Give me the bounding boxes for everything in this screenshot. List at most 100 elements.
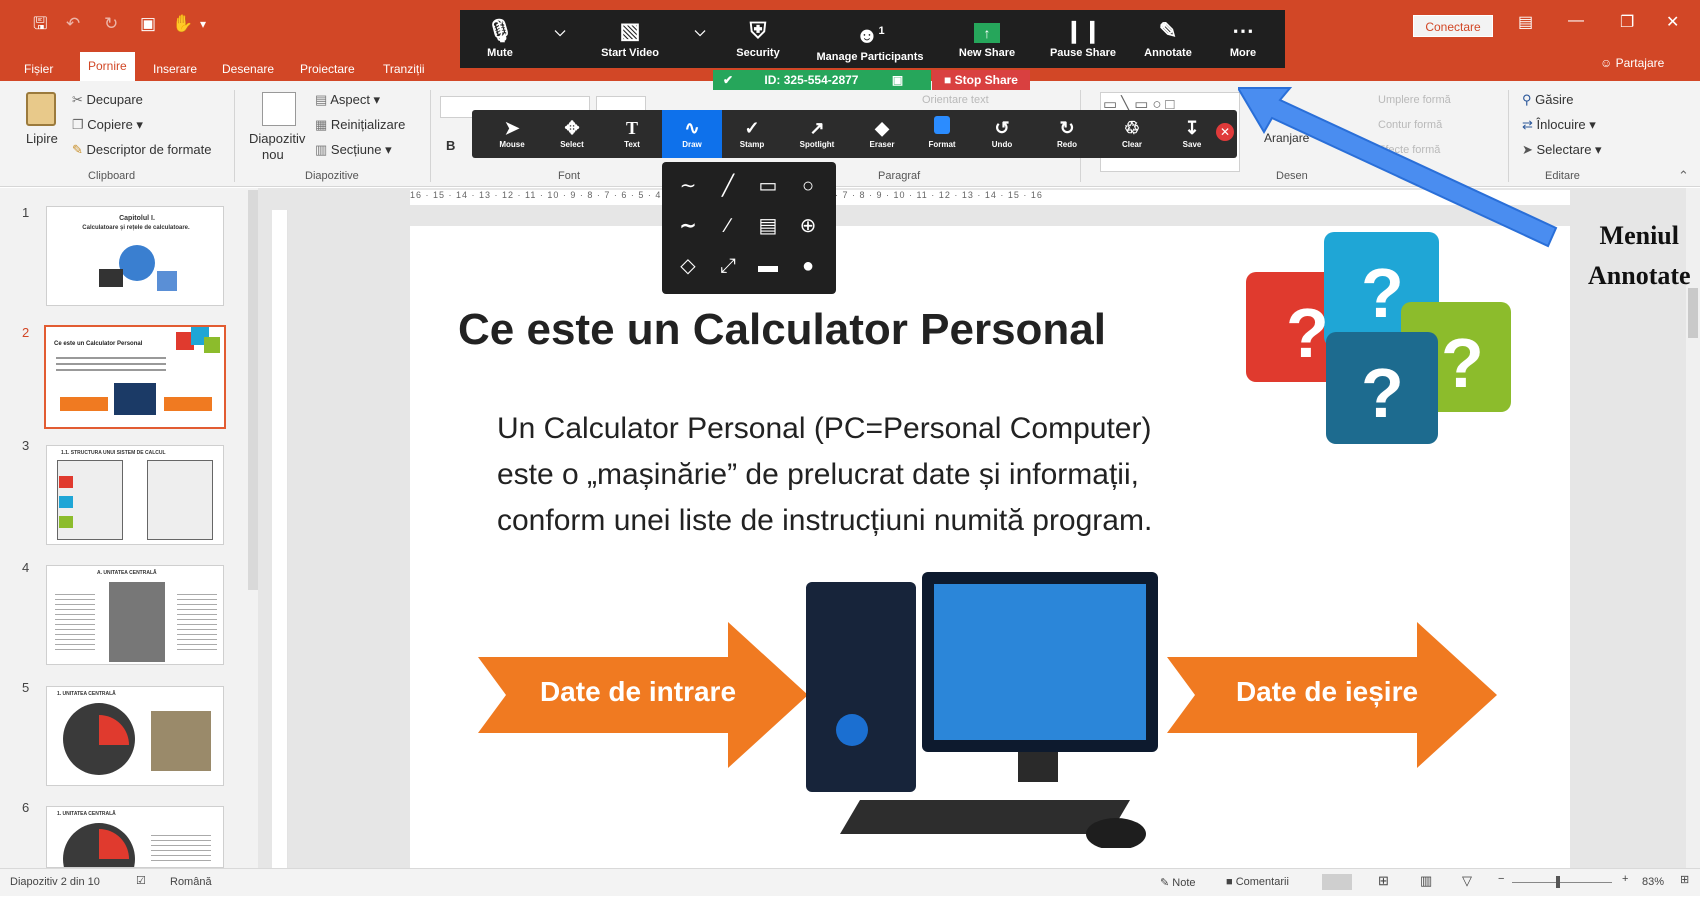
spellcheck-icon[interactable]: ☑	[136, 874, 146, 887]
annotate-redo-button[interactable]: ↻ Redo	[1037, 110, 1097, 158]
tab-draw[interactable]: Desenare	[222, 58, 274, 80]
computer-image[interactable]	[800, 572, 1180, 848]
video-options-icon[interactable]: ⌵	[690, 10, 710, 68]
freehand-thick-icon[interactable]: ∼	[668, 206, 708, 246]
paste-icon[interactable]	[26, 92, 56, 126]
tab-insert[interactable]: Inserare	[153, 58, 197, 80]
notes-button[interactable]: ✎ Note	[1160, 876, 1196, 889]
tab-home[interactable]: Pornire	[80, 52, 135, 82]
cut-button[interactable]: ✂ Decupare	[72, 92, 143, 108]
section-button[interactable]: ▥ Secțiune ▾	[315, 142, 392, 158]
reading-view-icon[interactable]: ▥	[1420, 873, 1432, 889]
annotate-text-button[interactable]: T Text	[602, 110, 662, 158]
connect-button[interactable]: Conectare	[1413, 15, 1493, 37]
new-share-button[interactable]: ↑ New Share	[942, 10, 1032, 68]
slide-thumbnail-5[interactable]: 1. UNITATEA CENTRALĂ	[46, 686, 224, 786]
rectangle-outline-icon[interactable]: ▭	[748, 166, 788, 206]
fit-slide-icon[interactable]: ⊞	[1680, 873, 1689, 886]
stop-share-button[interactable]: ■ Stop Share	[932, 70, 1030, 90]
tab-design[interactable]: Proiectare	[300, 58, 355, 80]
annotate-select-button[interactable]: ✥ Select	[542, 110, 602, 158]
undo-icon[interactable]: ↶	[66, 14, 80, 34]
new-slide-button[interactable]: Diapozitiv	[249, 131, 305, 147]
circle-filled-icon[interactable]: ●	[788, 246, 828, 286]
zoom-in-icon[interactable]: +	[1622, 873, 1628, 885]
tab-transitions[interactable]: Tranziții	[383, 58, 425, 80]
zoom-slider[interactable]	[1512, 882, 1612, 883]
pause-share-button[interactable]: ❙❙ Pause Share	[1038, 10, 1128, 68]
audio-options-icon[interactable]: ⌵	[550, 10, 570, 68]
minimize-icon[interactable]: —	[1568, 12, 1584, 30]
normal-view-icon[interactable]	[1322, 874, 1352, 890]
slide-title[interactable]: Ce este un Calculator Personal	[458, 305, 1106, 355]
collapse-ribbon-icon[interactable]: ⌃	[1678, 168, 1689, 184]
restore-icon[interactable]: ❐	[1620, 12, 1634, 32]
comments-button[interactable]: ■ Comentarii	[1226, 876, 1289, 888]
new-slide-icon[interactable]	[262, 92, 296, 126]
tab-file[interactable]: Fișier	[24, 58, 53, 80]
reset-button[interactable]: ▦ Reinițializare	[315, 117, 405, 133]
circle-outline-icon[interactable]: ○	[788, 166, 828, 206]
rectangle-semi-icon[interactable]: ▤	[748, 206, 788, 246]
eraser-icon: ◆	[875, 118, 889, 138]
move-icon: ✥	[564, 118, 580, 138]
annotate-spotlight-button[interactable]: ↗ Spotlight	[787, 110, 847, 158]
slideshow-icon[interactable]: ▽	[1462, 873, 1472, 889]
annotate-clear-button[interactable]: ♲ Clear	[1102, 110, 1162, 158]
device-icon	[157, 271, 177, 291]
annotate-button[interactable]: ✎ Annotate	[1128, 10, 1208, 68]
slide-body-line[interactable]: este o „mașinărie” de prelucrat date și …	[497, 458, 1139, 492]
slide-thumbnail-1[interactable]: Capitolul I. Calculatoare și rețele de c…	[46, 206, 224, 306]
format-painter-button[interactable]: ✎ Descriptor de formate	[72, 142, 212, 158]
layout-button[interactable]: ▤ Aspect ▾	[315, 92, 380, 108]
security-button[interactable]: ⛨ Security	[718, 10, 798, 68]
touch-mode-icon[interactable]: ✋	[172, 14, 193, 34]
text-direction-button[interactable]: Orientare text	[922, 92, 989, 108]
more-button[interactable]: ⋯ More	[1208, 10, 1278, 68]
annotate-eraser-button[interactable]: ◆ Eraser	[852, 110, 912, 158]
save-icon[interactable]: 🖫	[33, 14, 47, 34]
customize-qat-icon[interactable]: ▾	[200, 14, 206, 34]
mute-button[interactable]: 🎙 Mute	[470, 10, 530, 68]
new-slide-dropdown[interactable]: nou	[262, 147, 284, 163]
start-video-button[interactable]: ▧ Start Video	[580, 10, 680, 68]
question-mark: ?	[1361, 254, 1404, 332]
share-button[interactable]: ☺ Partajare	[1600, 56, 1664, 70]
line-thin-icon[interactable]: ╱	[708, 166, 748, 206]
slide-thumbnail-4[interactable]: A. UNITATEA CENTRALĂ	[46, 565, 224, 665]
meeting-id-badge[interactable]: ✔ ID: 325-554-2877 ▣	[713, 70, 931, 90]
language-indicator[interactable]: Română	[170, 876, 212, 888]
annotate-draw-button[interactable]: ∿ Draw	[662, 110, 722, 158]
annotate-mouse-button[interactable]: ➤ Mouse	[482, 110, 542, 158]
annotate-undo-button[interactable]: ↺ Undo	[972, 110, 1032, 158]
question-bubbles-image[interactable]: ? ? ? ?	[1246, 232, 1526, 482]
slide-thumbnail-3[interactable]: 1.1. STRUCTURA UNUI SISTEM DE CALCUL	[46, 445, 224, 545]
slide-body-line[interactable]: Un Calculator Personal (PC=Personal Comp…	[497, 412, 1151, 446]
redo-icon[interactable]: ↻	[104, 14, 118, 34]
slide-body-line[interactable]: conform unei liste de instrucțiuni numit…	[497, 504, 1152, 538]
arrow-line-icon[interactable]: ⤢	[708, 246, 748, 286]
thumbnail-scrollbar[interactable]	[248, 190, 258, 590]
copy-button[interactable]: ❐ Copiere ▾	[72, 117, 143, 133]
diamond-icon[interactable]: ◇	[668, 246, 708, 286]
slide-thumbnail-2[interactable]: Ce este un Calculator Personal	[44, 325, 226, 429]
paste-button[interactable]: Lipire	[26, 131, 58, 147]
slide-sorter-icon[interactable]: ⊞	[1378, 873, 1389, 889]
highlighter-icon[interactable]: ∕	[708, 206, 748, 246]
annotate-save-button[interactable]: ↧ Save	[1162, 110, 1222, 158]
zoom-out-icon[interactable]: −	[1498, 873, 1504, 885]
slide-thumbnail-6[interactable]: 1. UNITATEA CENTRALĂ	[46, 806, 224, 868]
zoom-slider-thumb[interactable]	[1556, 876, 1560, 888]
ribbon-display-icon[interactable]: ▤	[1518, 12, 1533, 32]
close-annotate-icon[interactable]: ✕	[1216, 123, 1234, 141]
bold-icon[interactable]: B	[446, 138, 455, 154]
present-icon[interactable]: ▣	[140, 14, 156, 34]
close-icon[interactable]: ✕	[1666, 12, 1679, 32]
circle-semi-icon[interactable]: ⊕	[788, 206, 828, 246]
manage-participants-button[interactable]: ☻1 Manage Participants	[800, 10, 940, 68]
freehand-thin-icon[interactable]: ∼	[668, 166, 708, 206]
rectangle-filled-icon[interactable]: ▬	[748, 246, 788, 286]
zoom-level[interactable]: 83%	[1642, 876, 1664, 888]
annotate-stamp-button[interactable]: ✓ Stamp	[722, 110, 782, 158]
annotate-format-button[interactable]: Format	[912, 110, 972, 158]
